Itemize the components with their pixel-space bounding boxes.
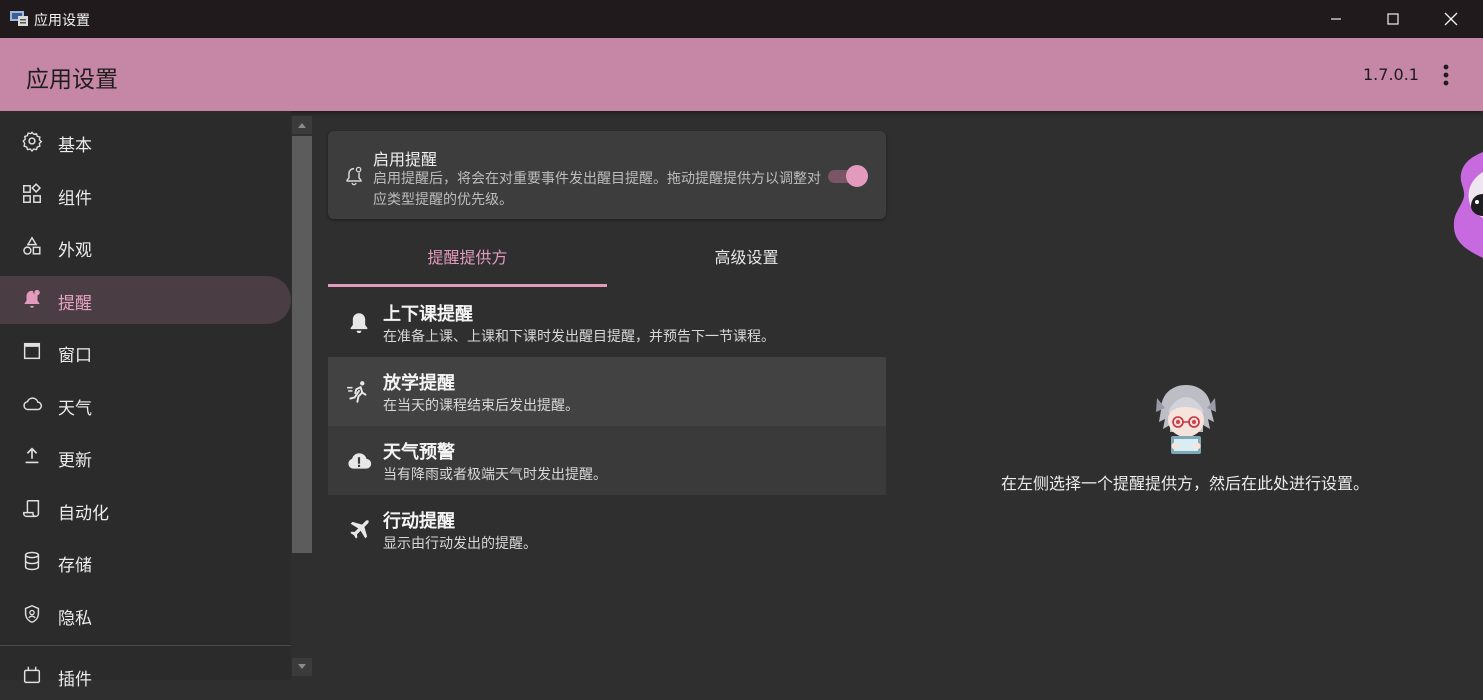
tab-providers[interactable]: 提醒提供方 (328, 240, 607, 288)
scrollbar-thumb[interactable] (292, 136, 312, 553)
provider-item-action-reminder[interactable]: 行动提醒 显示由行动发出的提醒。 (328, 495, 886, 564)
sidebar-item-components[interactable]: 组件 (0, 171, 291, 219)
sidebar-item-label: 组件 (58, 189, 92, 209)
sidebar-item-appearance[interactable]: 外观 (0, 223, 291, 271)
widgets-icon (23, 183, 42, 203)
mascot-illustration (1156, 385, 1216, 454)
provider-title: 放学提醒 (383, 373, 455, 394)
sidebar-item-reminders[interactable]: 提醒 (0, 276, 291, 324)
card-title: 启用提醒 (373, 150, 438, 169)
sidebar: 基本 组件 外观 提醒 窗口 天气 更新 自动化 存储 隐私 插件 (0, 111, 291, 690)
script-icon (23, 500, 40, 518)
sidebar-divider (0, 645, 291, 646)
sidebar-item-label: 更新 (58, 451, 92, 471)
minimize-button[interactable] (1307, 0, 1365, 38)
provider-description: 在当天的课程结束后发出提醒。 (383, 398, 579, 414)
minimize-icon (1331, 18, 1341, 20)
card-description: 启用提醒后，将会在对重要事件发出醒目提醒。拖动提醒提供方以调整对应类型提醒的优先… (373, 171, 821, 208)
more-options-button[interactable] (1434, 62, 1458, 88)
maximize-button[interactable] (1364, 0, 1422, 38)
sidebar-item-label: 提醒 (58, 294, 92, 314)
sidebar-item-label: 窗口 (58, 346, 92, 366)
enable-reminders-card: 启用提醒 启用提醒后，将会在对重要事件发出醒目提醒。拖动提醒提供方以调整对应类型… (328, 131, 886, 219)
version-label: 1.7.0.1 (1363, 65, 1419, 84)
provider-item-after-school[interactable]: 放学提醒 在当天的课程结束后发出提醒。 (328, 357, 886, 426)
bell-badge-icon (24, 289, 40, 308)
scroll-down-button[interactable] (292, 658, 312, 676)
caret-up-icon (298, 123, 306, 128)
bell-icon (350, 313, 368, 334)
sidebar-item-label: 插件 (58, 670, 92, 690)
sidebar-item-label: 基本 (58, 136, 92, 156)
sidebar-item-storage[interactable]: 存储 (0, 538, 291, 586)
close-icon (1444, 12, 1458, 26)
provider-item-class-reminder[interactable]: 上下课提醒 在准备上课、上课和下课时发出醒目提醒，并预告下一节课程。 (328, 288, 886, 357)
enable-reminders-toggle[interactable] (828, 165, 868, 187)
gear-icon (22, 131, 43, 152)
provider-description: 当有降雨或者极端天气时发出提醒。 (383, 467, 607, 483)
maximize-icon (1387, 13, 1399, 25)
decorative-character-graphic (1453, 152, 1483, 258)
sidebar-item-label: 天气 (58, 399, 92, 419)
database-icon (24, 551, 40, 571)
provider-description: 显示由行动发出的提醒。 (383, 536, 537, 552)
sidebar-item-label: 存储 (58, 556, 92, 576)
scroll-up-button[interactable] (292, 116, 312, 134)
upload-icon (25, 447, 39, 464)
tab-advanced[interactable]: 高级设置 (607, 240, 886, 288)
app-header: 应用设置 1.7.0.1 (0, 38, 1483, 111)
sidebar-item-automation[interactable]: 自动化 (0, 486, 291, 534)
empty-state-hint: 在左侧选择一个提醒提供方，然后在此处进行设置。 (1000, 474, 1369, 493)
shield-icon (24, 604, 40, 624)
bell-outline-icon (346, 166, 362, 186)
plugin-icon (23, 666, 41, 684)
provider-description: 在准备上课、上课和下课时发出醒目提醒，并预告下一节课程。 (383, 329, 775, 345)
cloud-alert-icon (348, 453, 372, 469)
sidebar-item-privacy[interactable]: 隐私 (0, 591, 291, 639)
sidebar-item-plugins[interactable]: 插件 (0, 652, 291, 700)
provider-title: 行动提醒 (383, 511, 455, 532)
caret-down-icon (298, 664, 306, 669)
running-person-icon (347, 381, 367, 403)
sidebar-item-weather[interactable]: 天气 (0, 381, 291, 429)
page-title: 应用设置 (26, 67, 118, 93)
toggle-thumb (846, 165, 868, 187)
window-icon (23, 342, 41, 360)
app-icon (10, 10, 28, 26)
airplane-icon (350, 520, 369, 539)
provider-item-weather-alert[interactable]: 天气预警 当有降雨或者极端天气时发出提醒。 (328, 426, 886, 495)
provider-title: 上下课提醒 (383, 304, 473, 325)
provider-title: 天气预警 (383, 442, 455, 463)
sidebar-item-label: 外观 (58, 241, 92, 261)
sidebar-item-label: 隐私 (58, 609, 92, 629)
sidebar-item-basic[interactable]: 基本 (0, 118, 291, 166)
sidebar-item-window[interactable]: 窗口 (0, 328, 291, 376)
cloud-icon (23, 397, 43, 411)
close-button[interactable] (1422, 0, 1480, 38)
sidebar-item-label: 自动化 (58, 504, 109, 524)
tab-indicator (328, 284, 607, 287)
title-bar: 应用设置 (0, 0, 1483, 38)
more-vert-icon (1443, 64, 1449, 86)
window-title: 应用设置 (34, 13, 90, 29)
sidebar-scrollbar[interactable] (291, 116, 313, 680)
shapes-icon (23, 236, 41, 255)
sidebar-item-update[interactable]: 更新 (0, 433, 291, 481)
